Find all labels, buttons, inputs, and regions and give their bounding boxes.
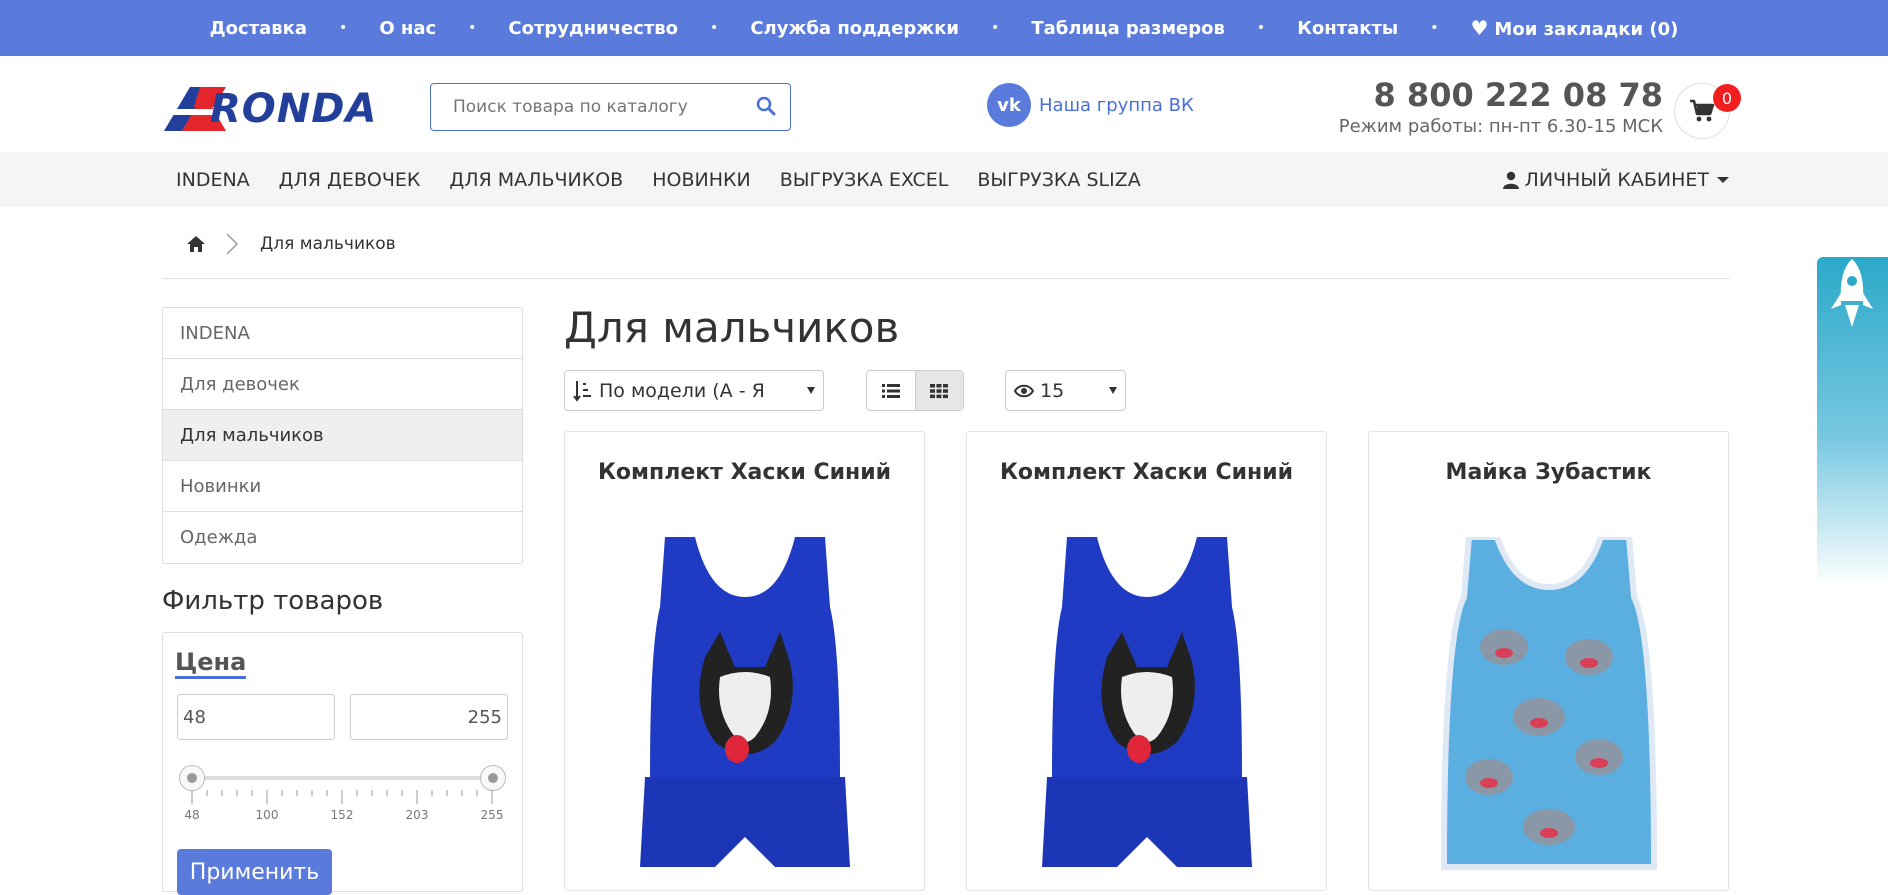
list-icon [881,383,900,398]
sort-label: По модели (А - Я [599,379,765,402]
grid-view-button[interactable] [914,371,963,410]
nav-item-new[interactable]: Новинки [652,169,750,191]
top-link-contacts[interactable]: Контакты [1297,18,1398,39]
top-link-about[interactable]: О нас [379,18,436,39]
vk-label: Наша группа ВК [1039,94,1194,116]
product-name[interactable]: Комплект Хаски Синий [565,460,924,485]
cart-icon [1690,99,1715,122]
slider-tick-label: 255 [480,808,504,822]
category-item-boys[interactable]: Для мальчиков [163,410,522,461]
list-view-button[interactable] [867,371,915,410]
working-hours: Режим работы: пн-пт 6.30-15 МСК [1338,116,1663,137]
separator-dot: • [468,20,477,36]
separator-dot: • [339,20,348,36]
price-max-input[interactable]: 255 [350,694,508,740]
top-bar: Доставка • О нас • Сотрудничество • Служ… [0,0,1888,56]
nav-item-export-excel[interactable]: Выгрузка EXCEL [780,169,949,191]
sort-icon [573,380,591,402]
apply-filter-button[interactable]: Применить [177,849,332,895]
category-item-clothes[interactable]: Одежда [163,512,522,563]
category-item-indena[interactable]: INDENA [163,308,522,359]
category-item-new[interactable]: Новинки [163,461,522,512]
nav-item-export-sliza[interactable]: Выгрузка SLIZA [977,169,1140,191]
view-mode-toggle [866,370,964,411]
nav-item-indena[interactable]: INDENA [176,169,250,191]
chevron-right-icon [226,233,238,255]
product-image[interactable] [1027,537,1267,887]
top-link-delivery[interactable]: Доставка [210,18,307,39]
price-slider-ticks [191,790,493,804]
slider-tick-label: 152 [330,808,354,822]
price-slider-min-handle[interactable] [179,765,205,791]
separator-dot: • [1256,20,1266,36]
breadcrumb-current: Для мальчиков [260,234,396,254]
product-name[interactable]: Комплект Хаски Синий [967,460,1326,485]
nav-item-girls[interactable]: Для девочек [279,169,421,191]
bookmarks-link[interactable]: ♥ Мои закладки (0) [1470,16,1678,40]
price-slider-max-handle[interactable] [480,765,506,791]
slider-tick-label: 203 [405,808,429,822]
phone-number[interactable]: 8 800 222 08 78 [1374,76,1663,114]
items-per-page-value: 15 [1040,379,1065,402]
rocket-icon [1831,259,1873,327]
separator-dot: • [1430,20,1439,36]
chevron-down-icon [1717,176,1729,183]
sort-select[interactable]: По модели (А - Я [564,370,824,411]
scroll-to-top-widget[interactable] [1817,257,1888,587]
search-icon[interactable] [754,94,778,118]
top-link-size-table[interactable]: Таблица размеров [1031,18,1225,39]
search-input[interactable] [431,84,751,130]
search-box [430,83,791,131]
vk-group-link[interactable]: vk Наша группа ВК [987,83,1194,127]
logo-text: RONDA [210,86,378,132]
page-title: Для мальчиков [564,303,900,352]
slider-tick-label: 100 [255,808,279,822]
vk-icon: vk [987,83,1031,127]
nav-item-boys[interactable]: Для мальчиков [449,169,623,191]
product-image[interactable] [1429,537,1669,887]
heart-icon: ♥ [1470,16,1489,40]
top-links: Доставка • О нас • Сотрудничество • Служ… [210,16,1679,40]
price-slider-track[interactable] [191,776,493,780]
cart-count-badge: 0 [1713,84,1741,112]
dropdown-arrow-icon [1109,387,1117,394]
slider-tick-label: 48 [184,808,200,822]
account-label: ЛИЧНЫЙ КАБИНЕТ [1524,168,1709,191]
dropdown-arrow-icon [807,387,815,394]
user-icon [1502,171,1519,189]
grid-icon [930,383,949,398]
product-card[interactable]: Комплект Хаски Синий [564,431,925,891]
filter-title: Фильтр товаров [162,586,384,616]
price-min-input[interactable]: 48 [177,694,335,740]
home-icon[interactable] [186,235,206,253]
product-card[interactable]: Майка Зубастик [1368,431,1729,891]
product-card[interactable]: Комплект Хаски Синий [966,431,1327,891]
top-link-cooperation[interactable]: Сотрудничество [508,18,678,39]
product-image[interactable] [625,537,865,887]
divider [162,278,1730,279]
separator-dot: • [991,20,1000,36]
items-per-page-select[interactable]: 15 [1005,370,1126,411]
category-item-girls[interactable]: Для девочек [163,359,522,410]
separator-dot: • [710,20,719,36]
main-nav: INDENA Для девочек Для мальчиков Новинки… [0,152,1888,207]
top-link-support[interactable]: Служба поддержки [750,18,959,39]
eye-icon [1014,384,1034,397]
account-menu[interactable]: ЛИЧНЫЙ КАБИНЕТ [1502,152,1729,207]
category-list: INDENA Для девочек Для мальчиков Новинки… [162,307,523,564]
bookmarks-label: Мои закладки (0) [1494,19,1679,40]
product-name[interactable]: Майка Зубастик [1369,460,1728,485]
price-filter-title: Цена [175,648,247,679]
breadcrumb: Для мальчиков [186,233,396,255]
